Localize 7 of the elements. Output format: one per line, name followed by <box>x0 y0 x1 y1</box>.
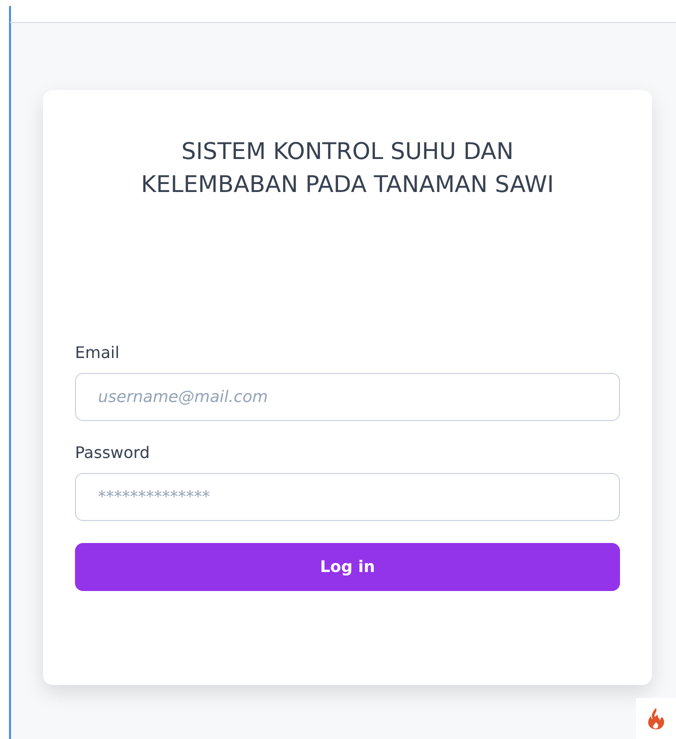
login-button[interactable]: Log in <box>75 542 620 591</box>
field-label: Email <box>75 342 120 364</box>
page-title: SISTEM KONTROL SUHU DAN KELEMBABAN PADA TANAMAN SAWI <box>140 138 555 200</box>
flame-icon[interactable] <box>636 698 676 739</box>
email-field[interactable]: username@mail.com <box>75 372 620 421</box>
field-label: Password <box>75 442 151 464</box>
password-field[interactable]: ************** <box>75 472 620 521</box>
